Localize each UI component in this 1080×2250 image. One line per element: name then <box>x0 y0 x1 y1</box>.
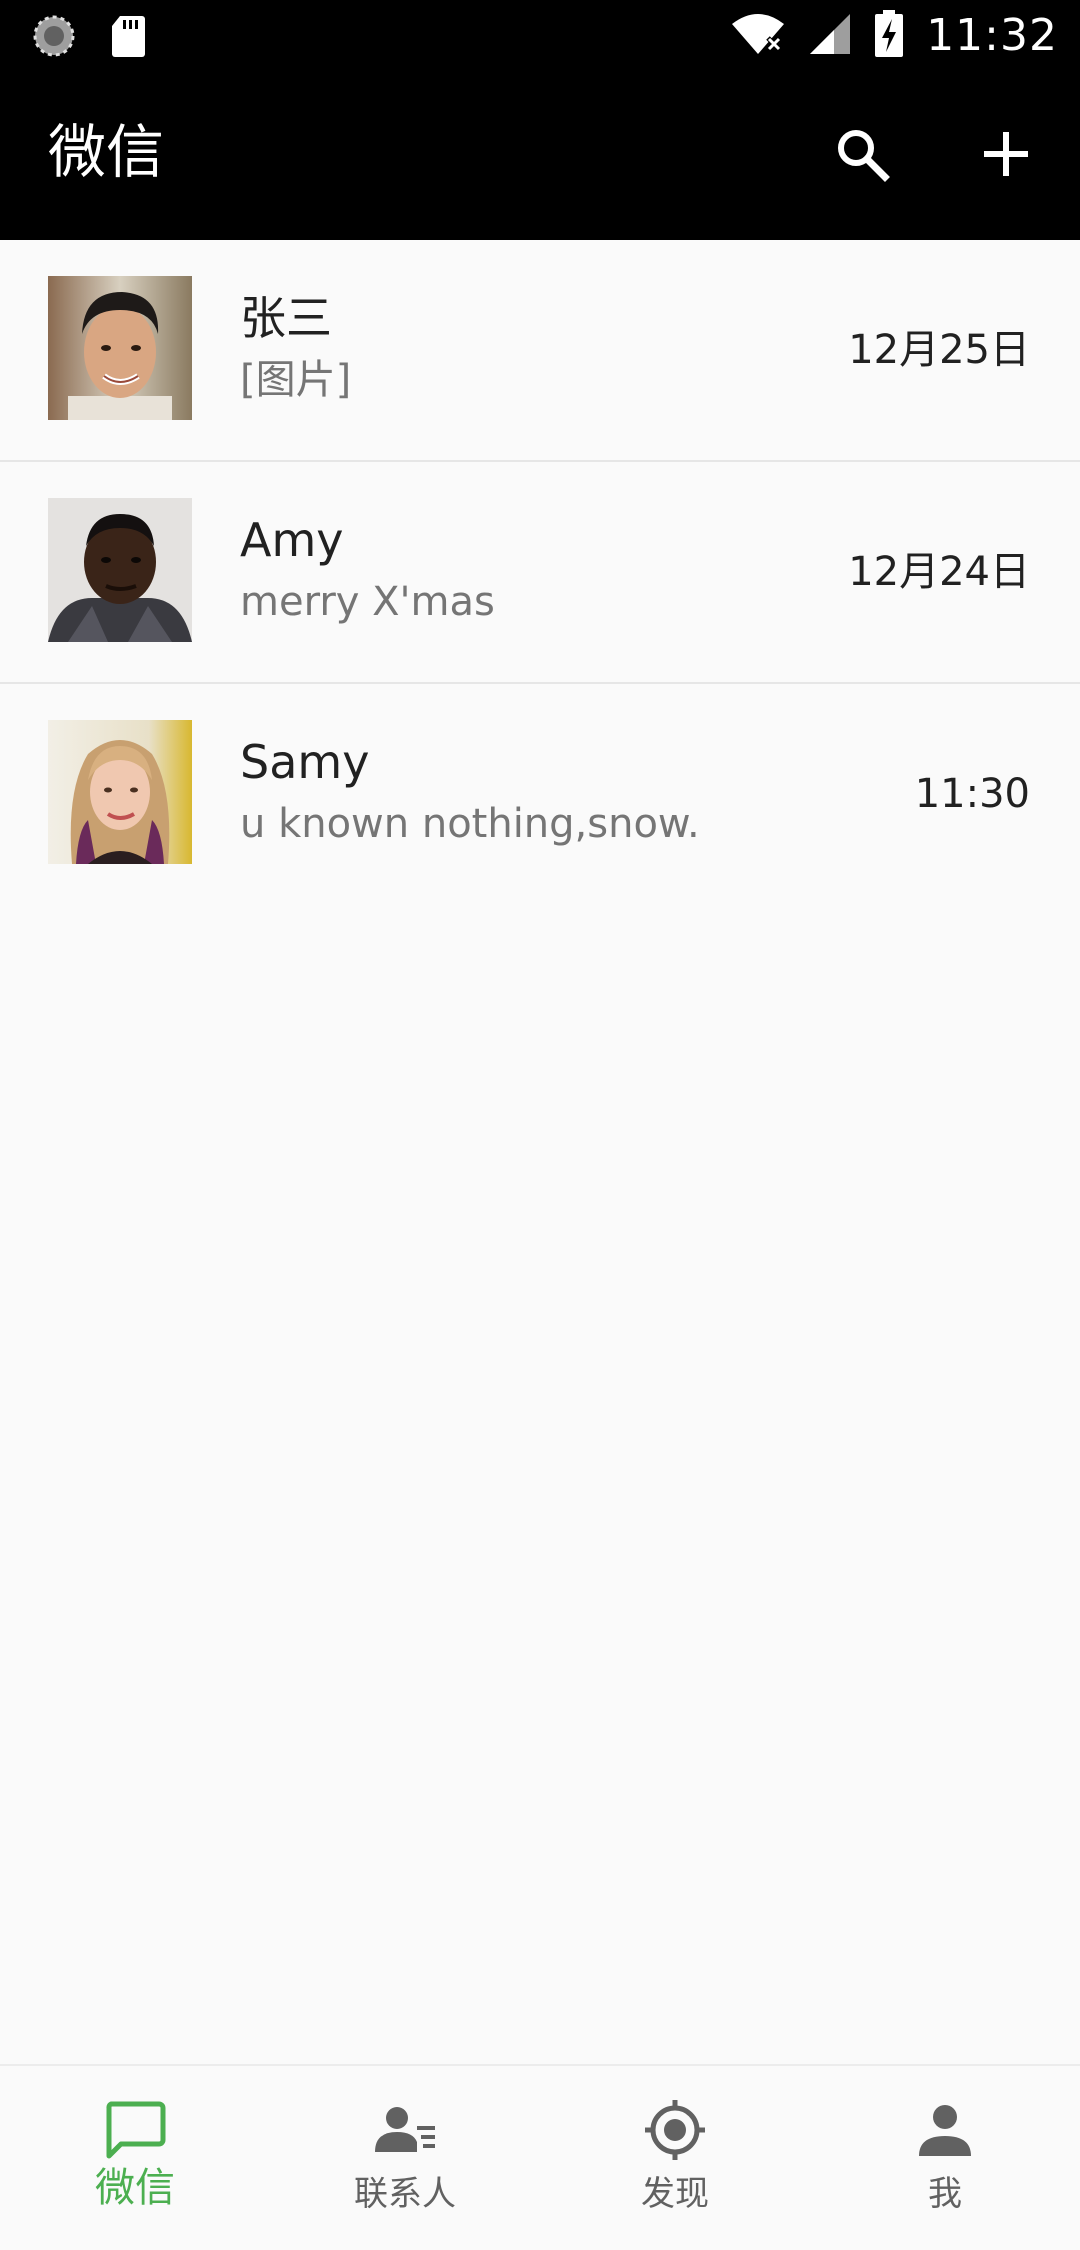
chat-list: 张三 [图片] 12月25日 Amy merry X'mas 12月24日 Sa… <box>0 240 1080 904</box>
nav-tab-chats[interactable]: 微信 <box>0 2066 270 2250</box>
bottom-nav: 微信 联系人 发现 我 <box>0 2064 1080 2250</box>
chat-time: 11:30 <box>914 771 1030 817</box>
app-actions <box>832 124 1036 184</box>
search-icon <box>838 130 890 182</box>
nav-label: 联系人 <box>354 2174 456 2214</box>
contacts-icon <box>369 2094 441 2166</box>
avatar <box>48 276 192 420</box>
chat-preview: [图片] <box>240 357 352 403</box>
person-icon <box>909 2094 981 2166</box>
chat-time: 12月25日 <box>848 327 1030 373</box>
discover-icon <box>639 2094 711 2166</box>
nav-tab-contacts[interactable]: 联系人 <box>270 2066 540 2250</box>
cell-signal-icon <box>808 12 852 60</box>
sd-card-icon <box>110 14 146 62</box>
chat-time: 12月24日 <box>848 549 1030 595</box>
nav-label: 我 <box>928 2174 962 2214</box>
avatar-photo-icon <box>48 276 192 420</box>
status-time: 11:32 <box>926 10 1058 61</box>
chat-name: Samy <box>240 735 370 789</box>
avatar <box>48 720 192 864</box>
chat-name: 张三 <box>240 291 332 345</box>
battery-charging-icon <box>874 10 904 62</box>
avatar-photo-icon <box>48 720 192 864</box>
avatar-photo-icon <box>48 498 192 642</box>
nav-tab-me[interactable]: 我 <box>810 2066 1080 2250</box>
add-icon <box>984 132 1028 176</box>
search-button[interactable] <box>832 124 892 184</box>
chat-item-samy[interactable]: Samy u known nothing,snow. 11:30 <box>0 684 1080 904</box>
add-button[interactable] <box>976 124 1036 184</box>
status-left <box>32 14 146 62</box>
chat-item-amy[interactable]: Amy merry X'mas 12月24日 <box>0 462 1080 684</box>
status-right: 11:32 <box>730 10 1058 62</box>
chat-preview: merry X'mas <box>240 579 495 625</box>
nav-tab-discover[interactable]: 发现 <box>540 2066 810 2250</box>
chat-icon <box>99 2094 171 2166</box>
app-title: 微信 <box>48 118 165 186</box>
loading-indicator-icon <box>32 14 76 62</box>
status-bar: 11:32 <box>0 0 1080 72</box>
nav-label: 发现 <box>641 2174 709 2214</box>
chat-preview: u known nothing,snow. <box>240 801 700 847</box>
avatar <box>48 498 192 642</box>
wifi-icon <box>730 12 786 60</box>
chat-item-zhangsan[interactable]: 张三 [图片] 12月25日 <box>0 240 1080 462</box>
app-bar: 微信 <box>0 72 1080 240</box>
nav-label: 微信 <box>95 2165 175 2211</box>
chat-name: Amy <box>240 513 344 567</box>
